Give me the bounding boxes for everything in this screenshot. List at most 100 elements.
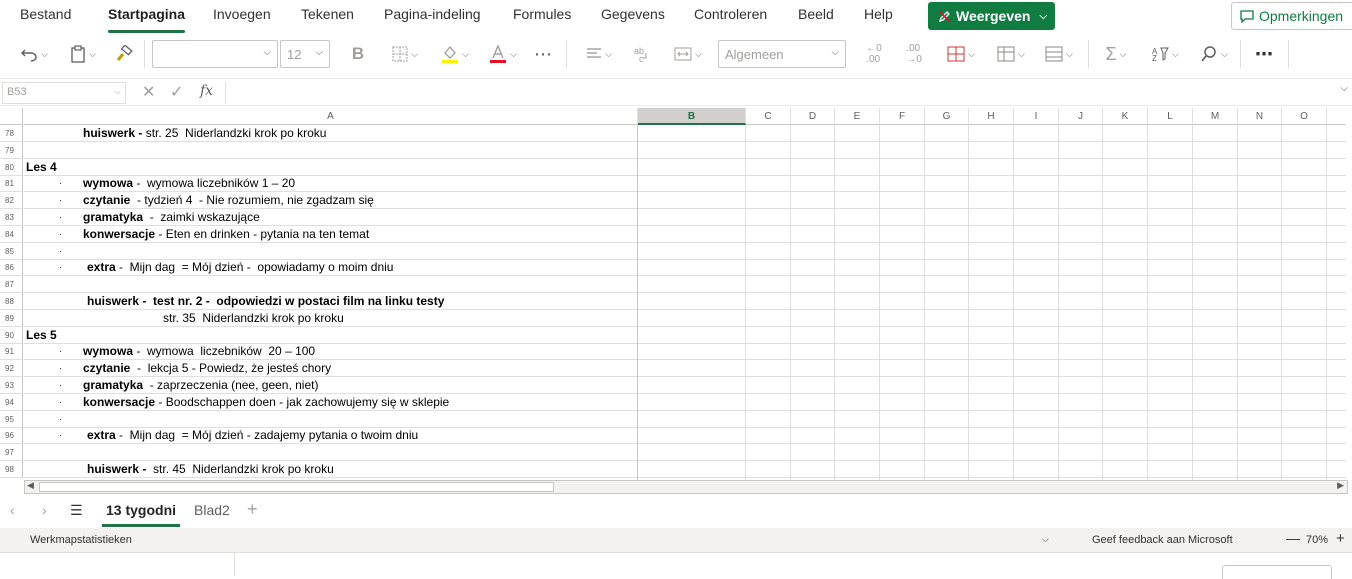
add-sheet-icon[interactable]: +	[247, 499, 258, 520]
row-header[interactable]: 95	[0, 410, 23, 428]
row-header[interactable]: 98	[0, 461, 23, 478]
comments-button[interactable]: Opmerkingen	[1231, 2, 1352, 30]
column-header-d[interactable]: D	[791, 108, 835, 125]
merge-button[interactable]: ⌵	[668, 42, 708, 66]
column-header-b[interactable]: B	[638, 108, 746, 125]
chevron-down-icon[interactable]: ⌵	[1042, 534, 1049, 545]
cell-a[interactable]	[24, 142, 638, 158]
cell-a[interactable]: ·	[24, 411, 638, 427]
insert-function-button[interactable]: fx	[200, 83, 213, 99]
cell-a[interactable]: · gramatyka - zaimki wskazujące	[24, 209, 638, 225]
row-header[interactable]: 94	[0, 393, 23, 411]
find-button[interactable]: ⌵	[1196, 42, 1232, 66]
cell-styles-button[interactable]: ⌵	[1040, 42, 1078, 66]
row-header[interactable]: 87	[0, 276, 23, 294]
font-color-button[interactable]: ⌵	[484, 42, 522, 66]
confirm-icon[interactable]: ✓	[170, 82, 183, 102]
row-header[interactable]: 97	[0, 444, 23, 462]
tab-controleren[interactable]: Controleren	[694, 6, 767, 22]
row-header[interactable]: 93	[0, 377, 23, 394]
horizontal-scrollbar[interactable]: ◀ ▶	[24, 480, 1348, 494]
chevron-right-icon[interactable]: ›	[42, 502, 47, 518]
sheet-tab-blad2[interactable]: Blad2	[194, 502, 230, 518]
undo-button[interactable]: ⌵	[16, 42, 52, 66]
cell-a[interactable]: · wymowa - wymowa liczebników 20 – 100	[24, 343, 638, 359]
column-header-c[interactable]: C	[746, 108, 791, 125]
row-header[interactable]: 83	[0, 209, 23, 226]
insert-cells-button[interactable]: ⌵	[942, 42, 980, 66]
row-header[interactable]: 91	[0, 343, 23, 361]
scrollbar-thumb[interactable]	[39, 482, 554, 492]
cell-a[interactable]: · wymowa - wymowa liczebników 1 – 20	[24, 175, 638, 191]
zoom-level[interactable]: 70%	[1306, 534, 1328, 546]
sheet-tab-13-tygodni[interactable]: 13 tygodni	[101, 502, 181, 527]
column-header-a[interactable]: A	[24, 108, 638, 125]
row-header[interactable]: 89	[0, 309, 23, 327]
column-header-j[interactable]: J	[1059, 108, 1103, 125]
cell-a[interactable]: Les 5	[24, 327, 638, 343]
row-header[interactable]: 86	[0, 259, 23, 277]
cell-a[interactable]: Les 4	[24, 159, 638, 175]
row-header[interactable]: 79	[0, 141, 23, 159]
wrap-text-button[interactable]: ab c	[630, 42, 654, 66]
more-font-button[interactable]: ⋯	[532, 42, 554, 66]
borders-button[interactable]: ⌵	[386, 42, 424, 66]
tab-formules[interactable]: Formules	[513, 6, 571, 22]
cell-a[interactable]	[24, 276, 638, 292]
paste-button[interactable]: ⌵	[64, 42, 102, 66]
cell-a[interactable]: huiswerk - str. 45 Niderlandzki krok po …	[24, 461, 638, 477]
cell-a[interactable]: · czytanie - lekcja 5 - Powiedz, że jeste…	[24, 360, 638, 376]
row-header[interactable]: 80	[0, 158, 23, 176]
row-header[interactable]: 84	[0, 225, 23, 243]
sort-filter-button[interactable]: AZ ⌵	[1146, 42, 1184, 66]
cell-a[interactable]: · gramatyka - zaprzeczenia (nee, geen, ni…	[24, 377, 638, 393]
cell-a[interactable]: huiswerk - test nr. 2 - odpowiedzi w pos…	[24, 293, 638, 309]
sheet-list-icon[interactable]: ☰	[70, 502, 83, 519]
font-name-select[interactable]: ⌵	[152, 40, 278, 68]
workbook-statistics[interactable]: Werkmapstatistieken	[30, 534, 132, 546]
column-header-f[interactable]: F	[880, 108, 925, 125]
format-painter-button[interactable]	[112, 42, 136, 66]
column-header-g[interactable]: G	[925, 108, 969, 125]
tab-tekenen[interactable]: Tekenen	[301, 6, 354, 22]
more-options-button[interactable]: ⋯	[1252, 42, 1276, 66]
column-header-e[interactable]: E	[835, 108, 880, 125]
cell-a[interactable]: · konwersacje - Eten en drinken - pytania…	[24, 226, 638, 242]
format-table-button[interactable]: ⌵	[992, 42, 1030, 66]
select-all-corner[interactable]	[0, 108, 23, 125]
cell-a[interactable]	[24, 444, 638, 460]
column-header-n[interactable]: N	[1238, 108, 1282, 125]
cancel-icon[interactable]: ✕	[142, 82, 155, 102]
tab-startpagina[interactable]: Startpagina	[108, 6, 186, 33]
cell-a[interactable]: str. 35 Niderlandzki krok po kroku	[24, 310, 638, 326]
tab-bestand[interactable]: Bestand	[20, 6, 71, 22]
tab-help[interactable]: Help	[864, 6, 893, 22]
row-header[interactable]: 78	[0, 125, 23, 142]
row-header[interactable]: 81	[0, 175, 23, 193]
scroll-right-icon[interactable]: ▶	[1337, 480, 1344, 491]
name-box[interactable]: B53 ⌵	[2, 82, 126, 104]
cell-a[interactable]: ·	[24, 243, 638, 259]
tab-invoegen[interactable]: Invoegen	[213, 6, 271, 22]
column-header-i[interactable]: I	[1014, 108, 1059, 125]
cell-a[interactable]: · czytanie - tydzień 4 - Nie rozumiem, ni…	[24, 192, 638, 208]
autosum-button[interactable]: Σ ⌵	[1098, 42, 1134, 66]
cell-a[interactable]: · konwersacje - Boodschappen doen - jak z…	[24, 394, 638, 410]
row-header[interactable]: 96	[0, 427, 23, 445]
zoom-in-icon[interactable]: +	[1336, 530, 1345, 547]
row-header[interactable]: 90	[0, 326, 23, 344]
cell-a[interactable]: · extra - Mijn dag = Mój dzień - opowiada…	[24, 259, 638, 275]
cell-a[interactable]: huiswerk - str. 25 Niderlandzki krok po …	[24, 125, 638, 141]
panel-button[interactable]	[1222, 565, 1332, 579]
row-header[interactable]: 85	[0, 242, 23, 260]
row-header[interactable]: 82	[0, 192, 23, 210]
feedback-link[interactable]: Geef feedback aan Microsoft	[1092, 534, 1233, 546]
decrease-decimal-button[interactable]: ←0.00	[860, 42, 888, 66]
fill-color-button[interactable]: ⌵	[436, 42, 474, 66]
column-header-l[interactable]: L	[1148, 108, 1193, 125]
view-mode-button[interactable]: Weergeven ⌵	[928, 2, 1055, 30]
scroll-left-icon[interactable]: ◀	[27, 480, 34, 491]
column-header-m[interactable]: M	[1193, 108, 1238, 125]
column-header-k[interactable]: K	[1103, 108, 1148, 125]
column-header-h[interactable]: H	[969, 108, 1014, 125]
